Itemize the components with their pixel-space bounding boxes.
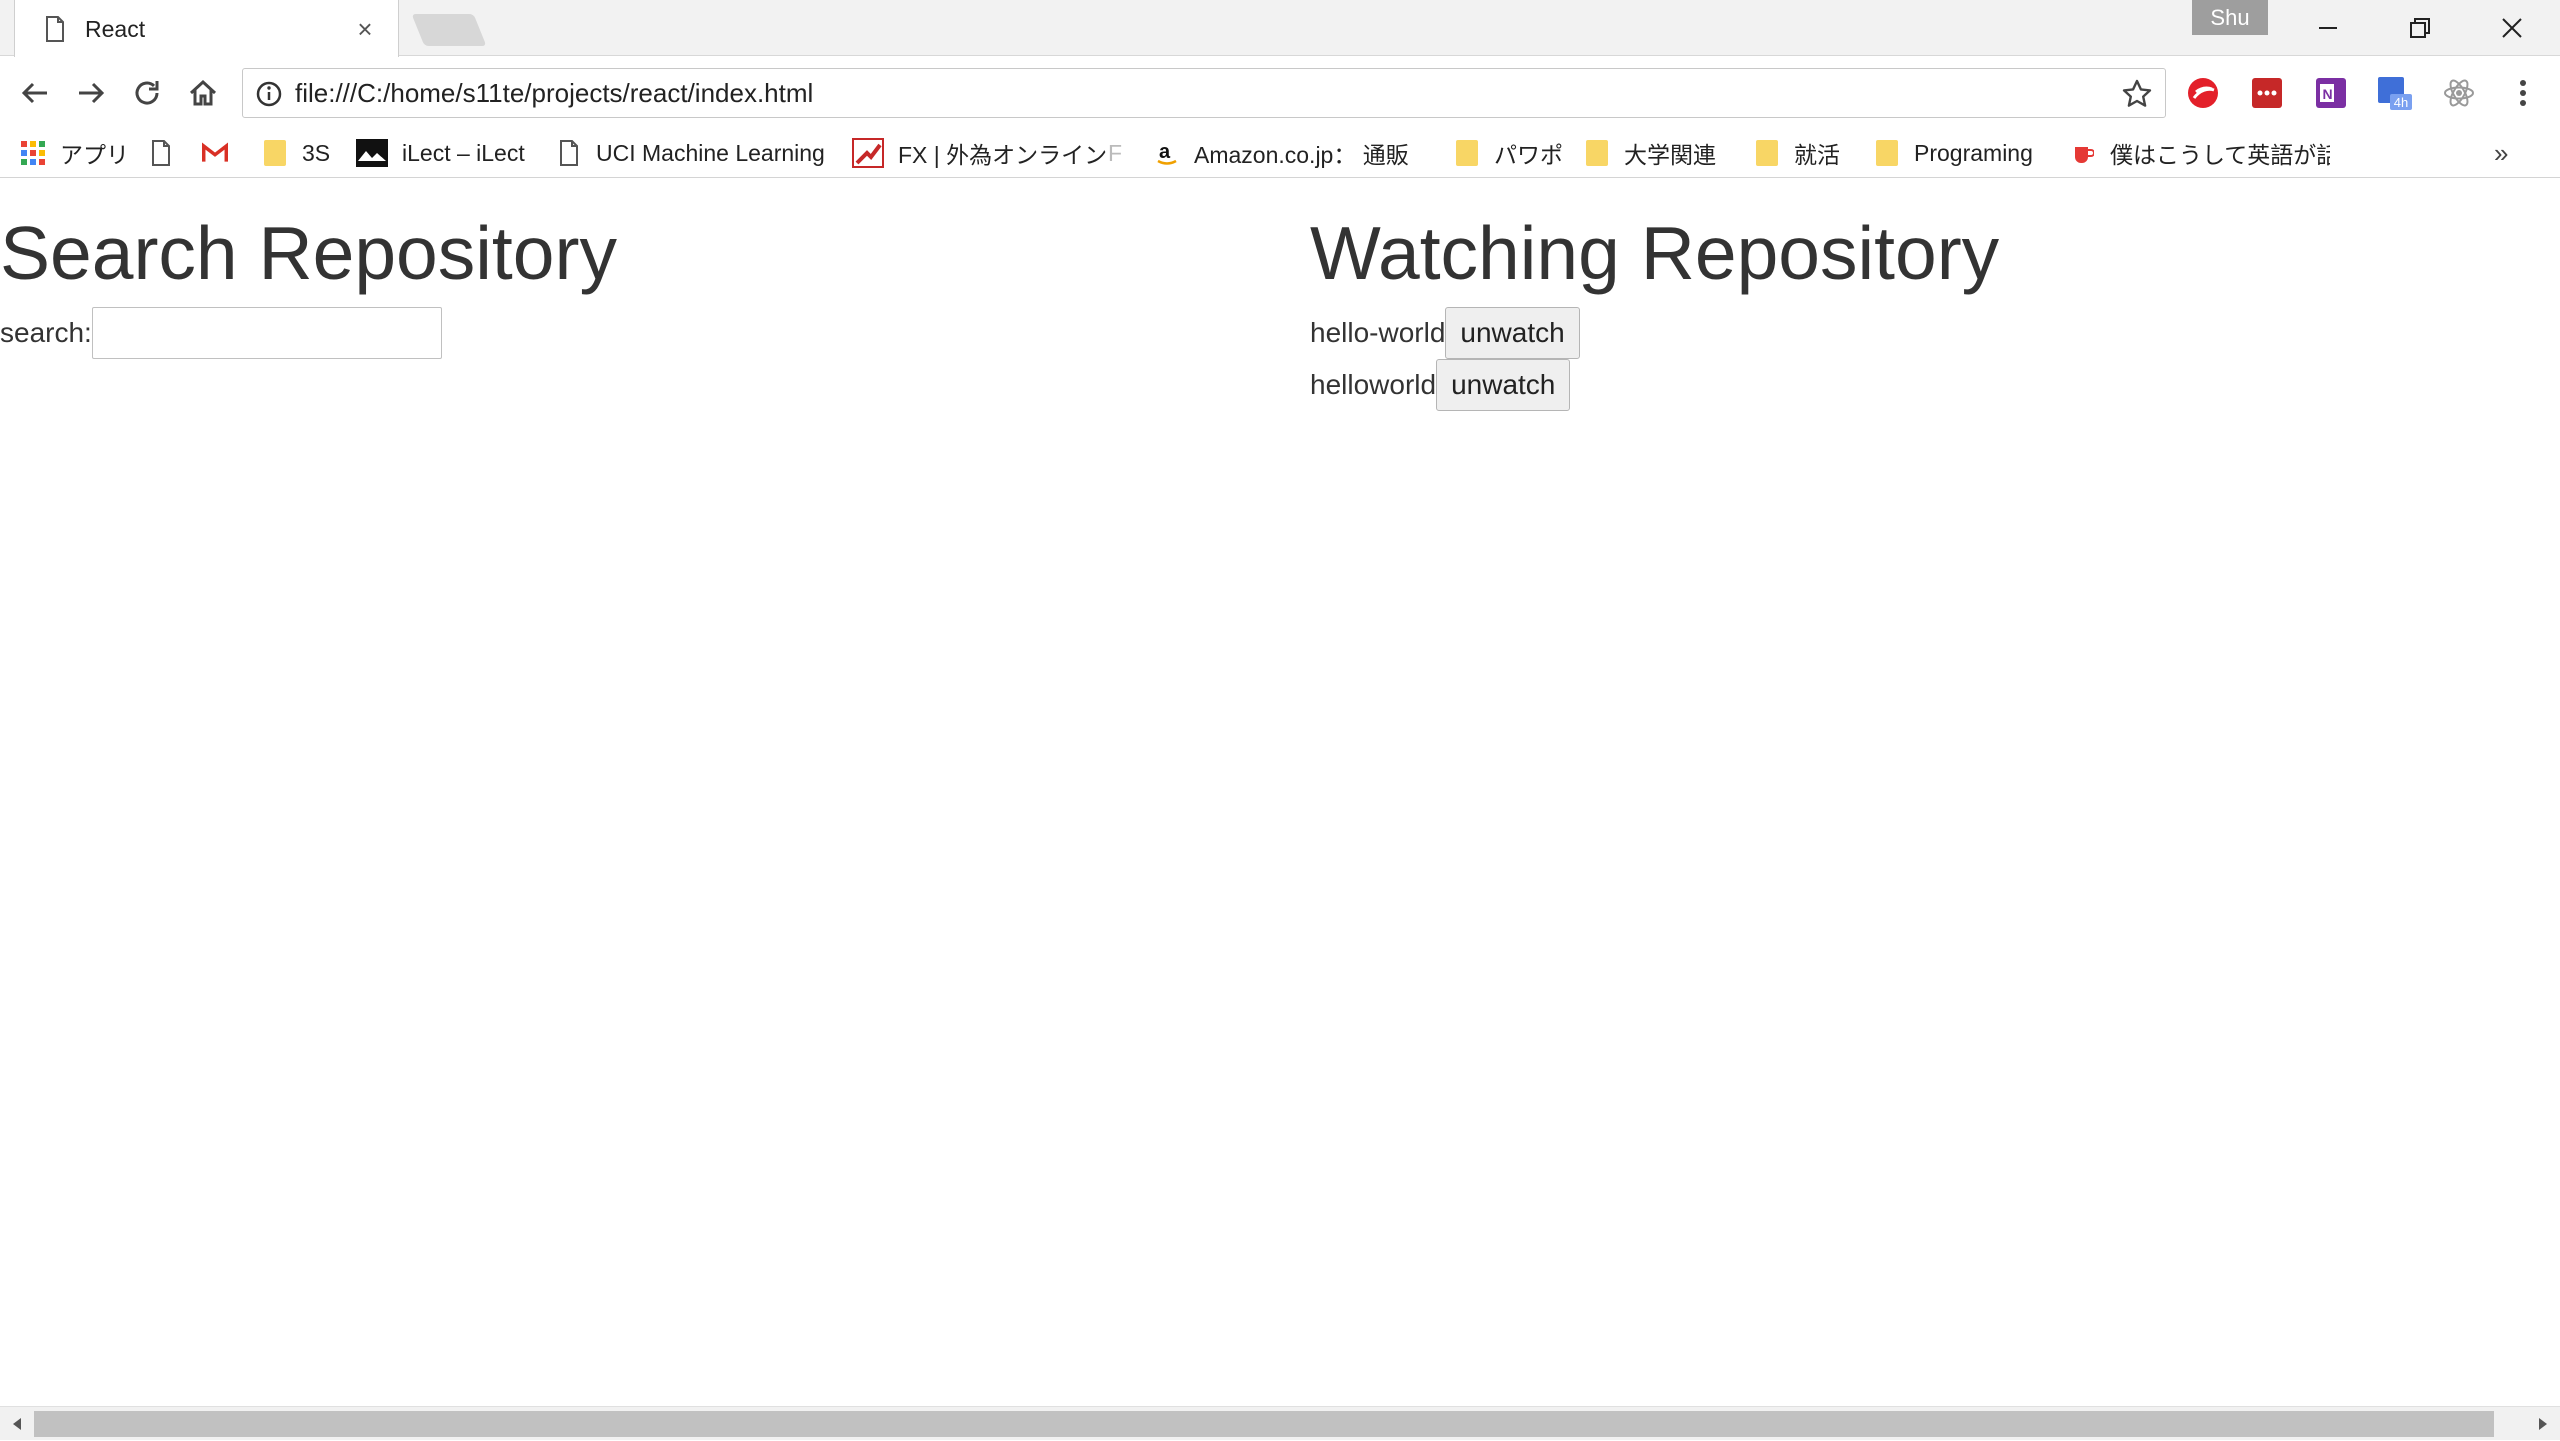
- minimize-icon: [2319, 27, 2337, 29]
- repo-name: hello-world: [1310, 317, 1446, 348]
- reload-button[interactable]: [126, 72, 168, 114]
- list-item: helloworld unwatch: [1310, 359, 2560, 411]
- triangle-left-icon: [13, 1418, 21, 1430]
- bookmarks-overflow-button[interactable]: »: [2494, 130, 2508, 176]
- folder-icon: [1754, 140, 1780, 166]
- unwatch-button[interactable]: unwatch: [1445, 307, 1580, 359]
- page-icon: [148, 140, 174, 166]
- bookmark-label: 大学関連: [1624, 142, 1716, 168]
- menu-button[interactable]: [2504, 74, 2542, 112]
- bookmark-label: 3S: [302, 139, 331, 166]
- bookmark-label: F: [1108, 139, 1123, 166]
- bookmark-label: 就活: [1794, 142, 1840, 168]
- watching-heading: Watching Repository: [1310, 211, 2000, 295]
- triangle-right-icon: [2539, 1418, 2547, 1430]
- search-label: search:: [0, 317, 92, 348]
- fx-icon: [852, 138, 884, 168]
- ilect-icon: [356, 139, 388, 167]
- gmail-icon: [202, 140, 228, 166]
- arrow-left-icon: [21, 82, 47, 104]
- bookmark-apps[interactable]: アプリ: [20, 130, 129, 176]
- profile-badge[interactable]: Shu: [2192, 0, 2268, 35]
- svg-text:N: N: [2323, 86, 2333, 102]
- folder-icon: [1874, 140, 1900, 166]
- search-heading: Search Repository: [0, 211, 617, 295]
- address-bar[interactable]: file:///C:/home/s11te/projects/react/ind…: [242, 68, 2166, 118]
- bookmark-label: パワポ: [1494, 142, 1563, 168]
- url-text[interactable]: file:///C:/home/s11te/projects/react/ind…: [295, 69, 813, 117]
- page-icon: [556, 140, 582, 166]
- back-button[interactable]: [14, 72, 56, 114]
- horizontal-scrollbar[interactable]: [0, 1406, 2560, 1440]
- watching-section: Watching Repository hello-world unwatch …: [1310, 178, 2560, 411]
- calendar-badge: 4h: [2394, 95, 2408, 110]
- onenote-icon[interactable]: N: [2312, 74, 2350, 112]
- page-icon: [45, 14, 71, 44]
- svg-text:a: a: [1159, 141, 1171, 163]
- bookmark-ilect[interactable]: iLect – iLect: [356, 130, 525, 176]
- bookmark-label: FX | 外為オンライン: [898, 142, 1108, 168]
- bookmark-page[interactable]: [148, 130, 188, 176]
- bookmark-folder-university[interactable]: 大学関連: [1584, 130, 1716, 176]
- scroll-left-button[interactable]: [0, 1407, 34, 1441]
- close-icon[interactable]: ×: [352, 14, 378, 45]
- lastpass-icon[interactable]: [2248, 74, 2286, 112]
- folder-icon: [262, 140, 288, 166]
- restore-icon: [2410, 18, 2430, 38]
- bookmark-fx[interactable]: FX | 外為オンライン: [852, 130, 1107, 176]
- home-icon: [189, 79, 217, 106]
- bookmark-label: アプリ: [60, 142, 129, 168]
- reload-icon: [135, 81, 159, 105]
- forward-button[interactable]: [70, 72, 112, 114]
- search-section: Search Repository search:: [0, 178, 1280, 359]
- bookmark-gmail[interactable]: [202, 130, 242, 176]
- scrollbar-thumb[interactable]: [34, 1411, 2494, 1437]
- unwatch-button[interactable]: unwatch: [1436, 359, 1571, 411]
- title-bar: React × Shu: [0, 0, 2560, 57]
- bookmark-uci[interactable]: UCI Machine Learning: [556, 130, 824, 176]
- restore-button[interactable]: [2374, 0, 2466, 56]
- bookmark-label: iLect – iLect: [402, 139, 525, 166]
- bookmark-label: Amazon.co.jp： 通販: [1194, 142, 1409, 168]
- star-icon[interactable]: [2121, 78, 2153, 110]
- calendar-icon[interactable]: 4h: [2376, 74, 2414, 112]
- close-icon: [2502, 18, 2522, 38]
- amazon-icon: a: [1154, 140, 1180, 166]
- bookmarks-bar: アプリ 3S iLect – iLect UCI Machine Learnin…: [0, 130, 2560, 178]
- bookmark-folder-3s[interactable]: 3S: [262, 130, 330, 176]
- new-tab-button[interactable]: [411, 14, 487, 46]
- search-input[interactable]: [91, 307, 442, 359]
- home-button[interactable]: [182, 72, 224, 114]
- browser-toolbar: file:///C:/home/s11te/projects/react/ind…: [0, 56, 2560, 130]
- apps-grid-icon: [20, 140, 46, 166]
- scroll-right-button[interactable]: [2526, 1407, 2560, 1441]
- window-close-button[interactable]: [2466, 0, 2558, 56]
- tab-title: React: [85, 15, 146, 42]
- bookmark-english-blog[interactable]: 僕はこうして英語が話せ: [2070, 130, 2330, 176]
- bookmark-amazon[interactable]: a Amazon.co.jp： 通販: [1154, 130, 1409, 176]
- react-devtools-icon[interactable]: [2440, 74, 2478, 112]
- folder-icon: [1454, 140, 1480, 166]
- folder-icon: [1584, 140, 1610, 166]
- kebab-menu-icon: [2520, 80, 2526, 106]
- arrow-right-icon: [79, 82, 105, 104]
- bookmark-truncated[interactable]: F: [1108, 130, 1122, 176]
- minimize-button[interactable]: [2282, 0, 2374, 56]
- search-row: search:: [0, 307, 1280, 359]
- bookmark-folder-programing[interactable]: Programing: [1874, 130, 2033, 176]
- info-icon[interactable]: [255, 80, 283, 108]
- bookmark-label: UCI Machine Learning: [596, 139, 824, 166]
- coffee-icon: [2070, 140, 2096, 166]
- bookmark-folder-shukatsu[interactable]: 就活: [1754, 130, 1840, 176]
- browser-tab[interactable]: React ×: [14, 0, 399, 57]
- trend-micro-icon[interactable]: [2184, 74, 2222, 112]
- page-content: Search Repository search: Watching Repos…: [0, 178, 2560, 1406]
- repo-name: helloworld: [1310, 369, 1437, 400]
- bookmark-label: Programing: [1914, 139, 2033, 166]
- list-item: hello-world unwatch: [1310, 307, 2560, 359]
- bookmark-folder-pawapo[interactable]: パワポ: [1454, 130, 1563, 176]
- bookmark-label: 僕はこうして英語が話せ: [2110, 142, 2330, 168]
